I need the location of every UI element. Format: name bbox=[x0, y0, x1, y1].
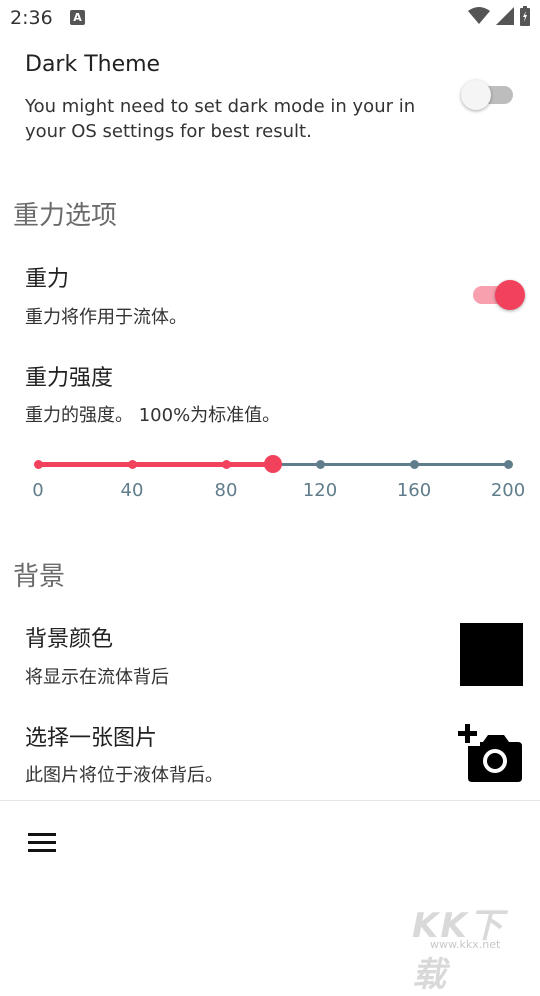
slider-tick-label: 120 bbox=[302, 480, 338, 501]
dark-theme-preference[interactable]: Dark Theme You might need to set dark mo… bbox=[0, 44, 540, 154]
gravity-category-header: 重力选项 bbox=[13, 201, 118, 231]
watermark-url: www.kkx.net bbox=[430, 938, 501, 951]
slider-tick bbox=[315, 460, 325, 469]
gravity-strength-summary: 重力的强度。 100%为标准值。 bbox=[25, 405, 281, 426]
watermark-logo: KK下载 www.kkx.net bbox=[412, 898, 532, 995]
slider-tick-label: 0 bbox=[32, 480, 44, 501]
background-image-title: 选择一张图片 bbox=[25, 726, 158, 751]
slider-fill bbox=[38, 462, 273, 467]
background-category-header: 背景 bbox=[13, 562, 66, 592]
status-icons bbox=[468, 6, 530, 26]
slider-tick-label: 40 bbox=[120, 480, 144, 501]
notification-icon: A bbox=[70, 10, 85, 25]
gravity-strength-slider[interactable] bbox=[33, 452, 513, 476]
background-color-swatch[interactable] bbox=[460, 623, 523, 686]
slider-tick bbox=[409, 460, 419, 469]
gravity-summary: 重力将作用于流体。 bbox=[25, 307, 187, 328]
slider-tick-label: 160 bbox=[396, 480, 432, 501]
slider-tick bbox=[127, 460, 137, 469]
switch-thumb bbox=[495, 280, 525, 310]
dark-theme-summary-line1: You might need to set dark mode in your … bbox=[25, 96, 416, 117]
slider-tick bbox=[33, 460, 43, 469]
menu-icon[interactable] bbox=[28, 833, 56, 853]
background-color-preference[interactable]: 背景颜色 将显示在流体背后 bbox=[0, 612, 540, 702]
dark-theme-title: Dark Theme bbox=[25, 52, 161, 77]
slider-tick-label: 80 bbox=[214, 480, 238, 501]
slider-tick-label: 200 bbox=[490, 480, 526, 501]
gravity-preference[interactable]: 重力 重力将作用于流体。 bbox=[0, 252, 540, 342]
background-image-summary: 此图片将位于液体背后。 bbox=[25, 765, 223, 786]
switch-thumb bbox=[461, 80, 491, 110]
gravity-strength-title: 重力强度 bbox=[25, 366, 114, 391]
signal-icon bbox=[496, 7, 514, 25]
wifi-icon bbox=[468, 7, 490, 24]
gravity-switch[interactable] bbox=[473, 276, 525, 312]
slider-tick bbox=[221, 460, 231, 469]
background-color-summary: 将显示在流体背后 bbox=[25, 667, 169, 688]
dark-theme-summary-line2: your OS settings for best result. bbox=[25, 121, 312, 142]
add-photo-icon[interactable] bbox=[458, 724, 524, 782]
status-time: 2:36 bbox=[10, 7, 53, 29]
background-color-title: 背景颜色 bbox=[25, 627, 114, 652]
slider-tick bbox=[503, 460, 513, 469]
slider-thumb[interactable] bbox=[264, 455, 282, 473]
dark-theme-switch[interactable] bbox=[461, 76, 515, 112]
battery-icon bbox=[520, 6, 530, 26]
gravity-title: 重力 bbox=[25, 267, 70, 292]
